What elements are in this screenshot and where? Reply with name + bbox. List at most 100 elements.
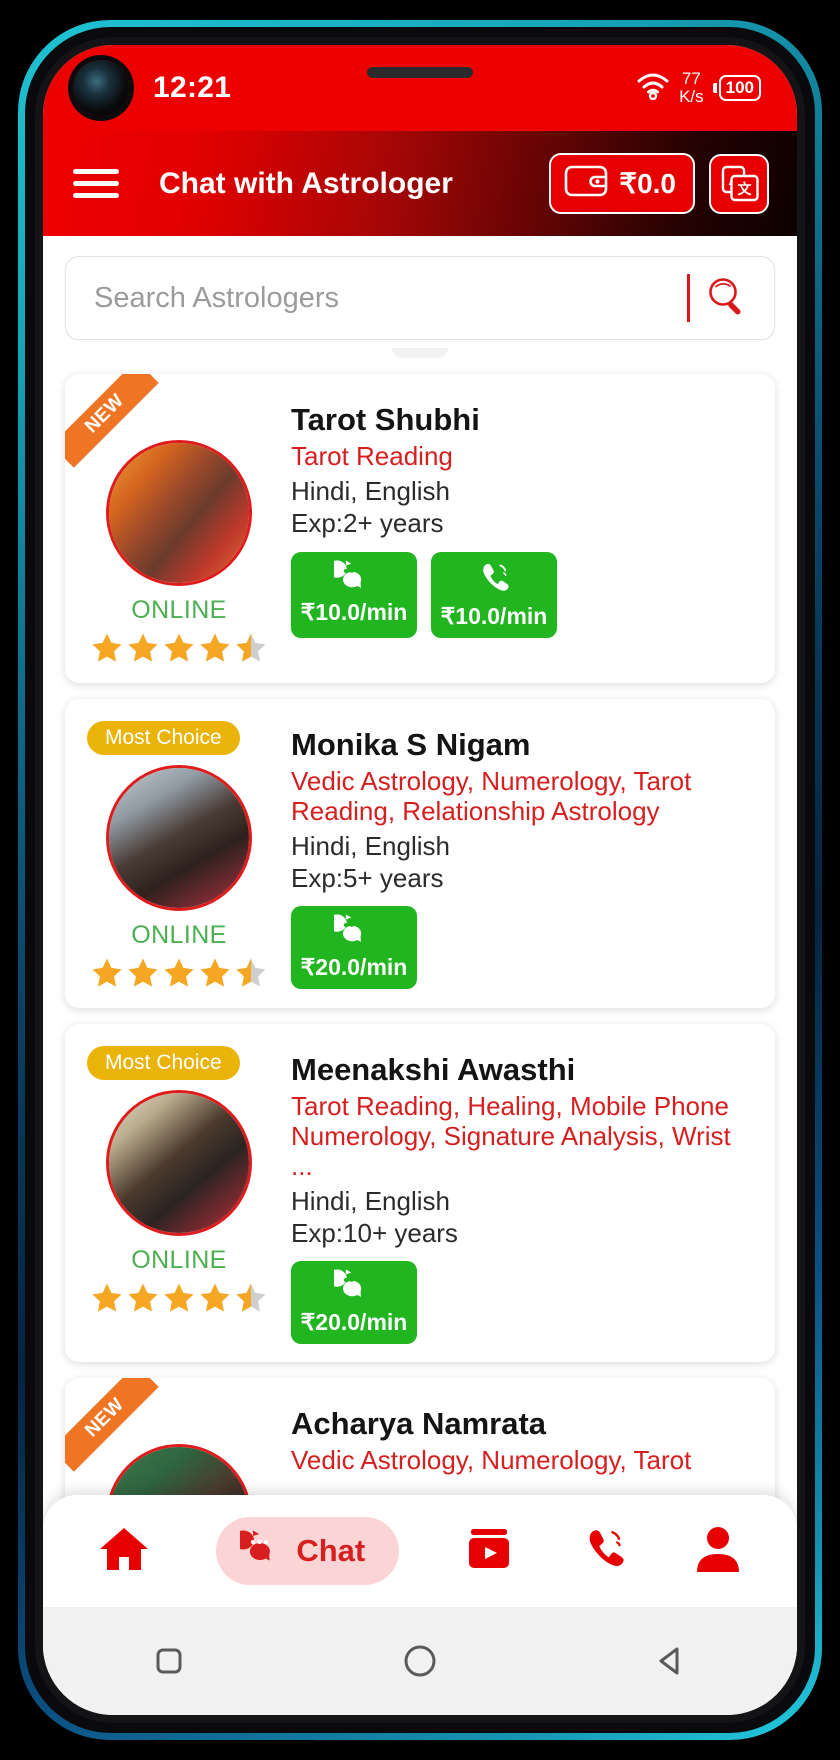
circle-home-icon[interactable]	[392, 1633, 448, 1689]
star-half-icon	[236, 958, 266, 987]
search-icon[interactable]	[704, 274, 748, 323]
search-box[interactable]	[65, 256, 775, 340]
app-bar: Chat with Astrologer ₹0.0 A 文	[43, 131, 797, 236]
wallet-button[interactable]: ₹0.0	[549, 153, 695, 214]
astrologer-experience: Exp:2+ years	[291, 508, 444, 539]
menu-line	[73, 181, 119, 186]
rating-stars	[79, 1281, 279, 1315]
android-system-nav	[43, 1607, 797, 1715]
price-label: ₹10.0/min	[440, 602, 548, 629]
translate-icon: A 文	[721, 165, 759, 201]
phone-screen: 12:21 77 K/s 100 Chat with Astrologer ₹0…	[43, 45, 797, 1715]
network-speed-unit: K/s	[679, 87, 704, 106]
action-row: ₹20.0/min	[291, 1261, 757, 1345]
star-half-icon	[236, 1283, 266, 1312]
astrologer-card-left: Most Choice ONLINE	[79, 713, 279, 990]
action-row: ₹20.0/min	[291, 906, 757, 990]
chat-bubble-icon	[232, 1530, 271, 1562]
phone-bezel: 12:21 77 K/s 100 Chat with Astrologer ₹0…	[25, 27, 815, 1733]
astrologer-card[interactable]: Most Choice ONLINE Monika S Nigam Vedic Ast…	[65, 699, 775, 1008]
triangle-back-icon[interactable]	[643, 1633, 699, 1689]
status-indicators: 77 K/s 100	[636, 70, 761, 106]
wifi-icon	[636, 72, 670, 105]
rating-stars	[79, 956, 279, 990]
hamburger-menu-icon[interactable]	[73, 162, 119, 205]
search-section	[43, 236, 797, 348]
front-camera-icon	[73, 60, 129, 116]
battery-nub	[712, 83, 717, 93]
video-play-icon	[465, 1525, 513, 1578]
chat-bubble-icon	[232, 1530, 284, 1571]
star-half-icon	[236, 633, 266, 662]
astrologer-name: Monika S Nigam	[291, 727, 531, 762]
chat-price-button[interactable]: ₹20.0/min	[291, 1261, 417, 1345]
astrologer-skills: Tarot Reading	[291, 441, 453, 471]
menu-line	[73, 193, 119, 198]
status-bar: 12:21 77 K/s 100	[43, 45, 797, 131]
chat-bubble-icon	[326, 559, 362, 588]
price-label: ₹20.0/min	[300, 1309, 408, 1336]
status-badge: ONLINE	[131, 1246, 227, 1274]
network-speed: 77 K/s	[679, 70, 704, 106]
most-choice-badge: Most Choice	[87, 1046, 240, 1080]
astrologer-card-left: NEW ONLINE	[65, 374, 279, 665]
star-full-icon	[128, 958, 158, 987]
status-badge: ONLINE	[131, 921, 227, 949]
astrologer-card-right: Monika S Nigam Vedic Astrology, Numerolog…	[283, 713, 757, 990]
action-row: ₹10.0/min ₹10.0/min	[291, 551, 757, 638]
phone-call-icon	[476, 560, 512, 601]
avatar[interactable]	[106, 1090, 252, 1236]
avatar-photo	[109, 443, 249, 583]
astrologer-card-right: Meenakshi Awasthi Tarot Reading, Healing,…	[283, 1038, 757, 1345]
svg-text:文: 文	[738, 181, 753, 197]
wallet-amount: ₹0.0	[619, 168, 676, 199]
nav-item-call[interactable]	[580, 1525, 628, 1578]
astrologer-card-left: Most Choice ONLINE	[79, 1038, 279, 1344]
chat-price-button[interactable]: ₹20.0/min	[291, 906, 417, 990]
astrologer-experience: Exp:5+ years	[291, 862, 444, 893]
astrologer-skills: Vedic Astrology, Numerology, Tarot Readi…	[291, 766, 692, 826]
page-title: Chat with Astrologer	[159, 166, 453, 200]
call-price-button[interactable]: ₹10.0/min	[431, 551, 557, 638]
star-full-icon	[92, 1283, 122, 1312]
chat-bubble-icon	[326, 1269, 374, 1307]
nav-item-label: Chat	[296, 1532, 366, 1568]
translate-button[interactable]: A 文	[709, 153, 769, 214]
astrologer-languages: Hindi, English	[291, 1185, 450, 1216]
price-label: ₹10.0/min	[300, 599, 408, 626]
avatar[interactable]	[106, 440, 252, 586]
avatar-photo	[109, 1093, 249, 1233]
chat-price-button[interactable]: ₹10.0/min	[291, 551, 417, 638]
chat-bubble-icon	[326, 914, 362, 943]
astrologer-name: Tarot Shubhi	[291, 402, 480, 437]
nav-item-video[interactable]	[465, 1525, 513, 1578]
nav-item-chat[interactable]: Chat	[216, 1517, 400, 1585]
nav-item-profile[interactable]	[694, 1524, 742, 1579]
square-recents-icon[interactable]	[141, 1633, 197, 1689]
star-full-icon	[164, 633, 194, 662]
astrologer-card[interactable]: NEW ONLINE Tarot Shubhi Tarot Reading Hindi,…	[65, 374, 775, 683]
person-icon	[694, 1524, 742, 1579]
network-speed-value: 77	[681, 69, 701, 88]
astrologer-languages: Hindi, English	[291, 475, 450, 506]
astrologer-name: Acharya Namrata	[291, 1406, 547, 1442]
home-icon	[98, 1524, 150, 1579]
earpiece-speaker	[367, 67, 473, 78]
battery-level: 100	[718, 75, 761, 101]
astrologer-experience: Exp:10+ years	[291, 1217, 458, 1248]
chat-bubble-icon	[326, 914, 374, 952]
chat-bubble-icon	[326, 559, 374, 598]
list-scroll-peek	[392, 348, 448, 358]
bottom-navigation: Chat	[43, 1495, 797, 1607]
search-input[interactable]	[94, 281, 683, 315]
avatar[interactable]	[106, 765, 252, 911]
star-full-icon	[128, 633, 158, 662]
astrologer-languages: Hindi, English	[291, 830, 450, 861]
chat-bubble-icon	[326, 1269, 362, 1298]
astrologer-skills: Vedic Astrology, Numerology, Tarot	[291, 1445, 692, 1476]
star-full-icon	[92, 633, 122, 662]
star-full-icon	[128, 1283, 158, 1312]
nav-item-home[interactable]	[98, 1524, 150, 1579]
astrologer-card[interactable]: Most Choice ONLINE Meenakshi Awasthi Tarot …	[65, 1024, 775, 1363]
astrologer-card-right: Tarot Shubhi Tarot Reading Hindi, English E…	[283, 388, 757, 665]
